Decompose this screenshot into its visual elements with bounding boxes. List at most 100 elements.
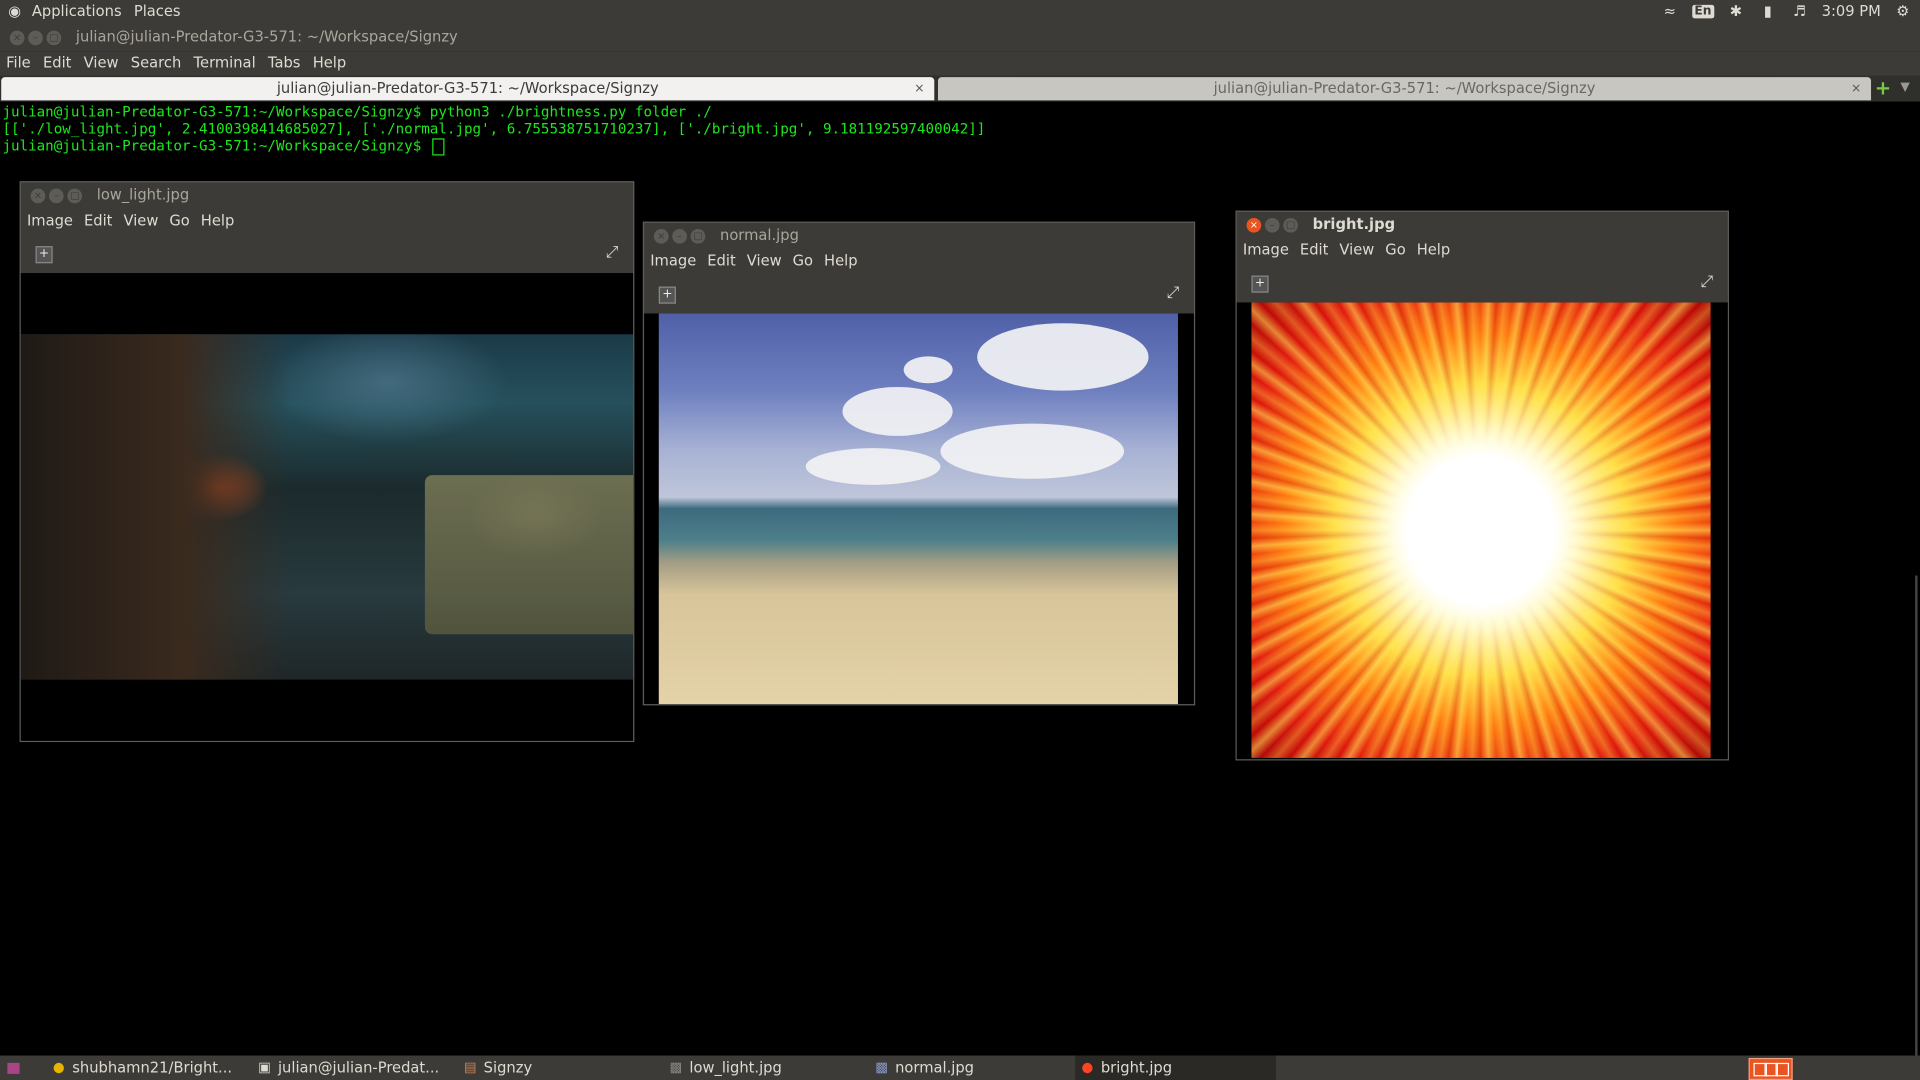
menu-image[interactable]: Image: [21, 209, 78, 233]
applications-menu[interactable]: Applications: [32, 2, 122, 19]
terminal-tabbar: julian@julian-Predator-G3-571: ~/Workspa…: [0, 75, 1920, 102]
tab-label: julian@julian-Predator-G3-571: ~/Workspa…: [1213, 79, 1596, 97]
maximize-icon[interactable]: □: [1283, 217, 1298, 233]
volume-icon[interactable]: ♬: [1790, 2, 1810, 19]
image-viewer-icon: ●: [1081, 1059, 1094, 1076]
add-icon[interactable]: +: [1251, 275, 1269, 293]
viewer-menubar: Image Edit View Go Help: [1237, 239, 1728, 263]
image-canvas: [20, 273, 634, 741]
taskbar-item-chrome[interactable]: ● shubhamn21/Bright...: [47, 1056, 248, 1080]
wifi-icon[interactable]: ≈: [1660, 2, 1680, 19]
taskbar-item-file-manager[interactable]: ▤ Signzy: [458, 1056, 659, 1080]
terminal-prompt: julian@julian-Predator-G3-571:~/Workspac…: [2, 137, 430, 155]
terminal-tab-1[interactable]: julian@julian-Predator-G3-571: ~/Workspa…: [1, 77, 935, 101]
viewer-toolbar: + ⤢: [21, 234, 633, 273]
menu-go[interactable]: Go: [787, 250, 818, 274]
image-viewer-icon: ▩: [875, 1059, 889, 1076]
clock[interactable]: 3:09 PM: [1822, 2, 1881, 19]
taskbar-label: bright.jpg: [1100, 1059, 1173, 1077]
viewer-title: low_light.jpg: [96, 186, 190, 204]
menu-view[interactable]: View: [1333, 239, 1379, 263]
taskbar-item-bright[interactable]: ● bright.jpg: [1075, 1055, 1276, 1080]
viewer-menubar: Image Edit View Go Help: [644, 250, 1194, 274]
menu-edit[interactable]: Edit: [701, 250, 740, 274]
add-icon[interactable]: +: [35, 246, 53, 264]
menu-go[interactable]: Go: [163, 209, 194, 233]
viewer-titlebar[interactable]: × – □ low_light.jpg: [21, 182, 633, 209]
file-manager-icon: ▤: [463, 1059, 477, 1076]
image-viewer-normal[interactable]: × – □ normal.jpg Image Edit View Go Help…: [642, 221, 1196, 706]
fullscreen-icon[interactable]: ⤢: [606, 244, 619, 262]
viewer-titlebar[interactable]: × – □ bright.jpg: [1237, 212, 1728, 239]
gear-icon[interactable]: ⚙: [1893, 2, 1913, 19]
menu-tabs[interactable]: Tabs: [262, 51, 307, 75]
maximize-icon[interactable]: □: [690, 228, 706, 244]
show-desktop-icon: [7, 1062, 20, 1074]
show-desktop-button[interactable]: [2, 1056, 20, 1080]
add-tab-icon[interactable]: +: [1875, 78, 1891, 98]
terminal-window-title: julian@julian-Predator-G3-571: ~/Workspa…: [75, 28, 458, 46]
bright-burst-image: [1251, 302, 1711, 758]
desktop: ◉ Applications Places ≈ En ✱ ▮ ♬ 3:09 PM…: [0, 0, 1920, 1080]
terminal-line: julian@julian-Predator-G3-571:~/Workspac…: [2, 102, 712, 121]
top-panel: ◉ Applications Places ≈ En ✱ ▮ ♬ 3:09 PM…: [0, 0, 1920, 25]
image-canvas: [1236, 302, 1728, 760]
menu-file[interactable]: File: [0, 51, 37, 75]
taskbar-item-terminal[interactable]: ▣ julian@julian-Predat...: [252, 1056, 453, 1080]
menu-view[interactable]: View: [117, 209, 163, 233]
menu-help[interactable]: Help: [818, 250, 863, 274]
fullscreen-icon[interactable]: ⤢: [1166, 284, 1179, 302]
menu-edit[interactable]: Edit: [1294, 239, 1333, 263]
places-menu[interactable]: Places: [134, 2, 181, 19]
terminal-cursor: [432, 137, 445, 155]
image-viewer-icon: ▩: [669, 1059, 683, 1076]
add-icon[interactable]: +: [658, 286, 676, 304]
fullscreen-icon[interactable]: ⤢: [1700, 273, 1713, 291]
menu-help[interactable]: Help: [1411, 239, 1456, 263]
taskbar-label: julian@julian-Predat...: [277, 1059, 440, 1077]
close-icon[interactable]: ×: [1246, 217, 1262, 233]
terminal-menubar: File Edit View Search Terminal Tabs Help: [0, 51, 1920, 76]
taskbar-item-normal[interactable]: ▩ normal.jpg: [869, 1056, 1070, 1080]
chrome-icon: ●: [52, 1059, 65, 1076]
viewer-toolbar: + ⤢: [1237, 263, 1728, 302]
menu-image[interactable]: Image: [644, 250, 701, 274]
terminal-tab-2[interactable]: julian@julian-Predator-G3-571: ~/Workspa…: [937, 77, 1872, 101]
menu-go[interactable]: Go: [1379, 239, 1410, 263]
close-icon[interactable]: ×: [9, 30, 25, 46]
menu-image[interactable]: Image: [1237, 239, 1294, 263]
terminal-scrollbar[interactable]: [1915, 575, 1918, 1056]
close-icon[interactable]: ×: [653, 228, 669, 244]
terminal-titlebar[interactable]: × – □ julian@julian-Predator-G3-571: ~/W…: [0, 24, 1920, 52]
maximize-icon[interactable]: □: [46, 30, 62, 46]
image-viewer-bright[interactable]: × – □ bright.jpg Image Edit View Go Help…: [1235, 210, 1729, 761]
bluetooth-icon[interactable]: ✱: [1726, 2, 1746, 19]
close-icon[interactable]: ×: [1851, 77, 1861, 100]
viewer-menubar: Image Edit View Go Help: [21, 209, 633, 233]
menu-help[interactable]: Help: [307, 51, 353, 75]
menu-edit[interactable]: Edit: [78, 209, 117, 233]
menu-search[interactable]: Search: [125, 51, 188, 75]
keyboard-layout-indicator[interactable]: En: [1691, 4, 1714, 18]
workspace-switcher[interactable]: [1748, 1057, 1793, 1080]
minimize-icon[interactable]: –: [28, 30, 43, 46]
menu-view[interactable]: View: [741, 250, 787, 274]
close-icon[interactable]: ×: [914, 77, 924, 100]
menu-view[interactable]: View: [78, 51, 125, 75]
chevron-down-icon[interactable]: ▼: [1900, 81, 1909, 94]
menu-terminal[interactable]: Terminal: [187, 51, 261, 75]
viewer-title: bright.jpg: [1312, 215, 1396, 233]
minimize-icon[interactable]: –: [672, 228, 687, 244]
battery-icon[interactable]: ▮: [1758, 2, 1778, 19]
taskbar-item-low-light[interactable]: ▩ low_light.jpg: [664, 1056, 865, 1080]
menu-edit[interactable]: Edit: [37, 51, 78, 75]
menu-help[interactable]: Help: [195, 209, 240, 233]
low-light-street-photo: [20, 334, 634, 680]
maximize-icon[interactable]: □: [67, 188, 83, 204]
image-viewer-low-light[interactable]: × – □ low_light.jpg Image Edit View Go H…: [19, 181, 635, 743]
minimize-icon[interactable]: –: [48, 188, 64, 204]
viewer-titlebar[interactable]: × – □ normal.jpg: [644, 223, 1194, 250]
minimize-icon[interactable]: –: [1264, 217, 1280, 233]
close-icon[interactable]: ×: [30, 188, 46, 204]
taskbar-label: low_light.jpg: [689, 1059, 782, 1077]
